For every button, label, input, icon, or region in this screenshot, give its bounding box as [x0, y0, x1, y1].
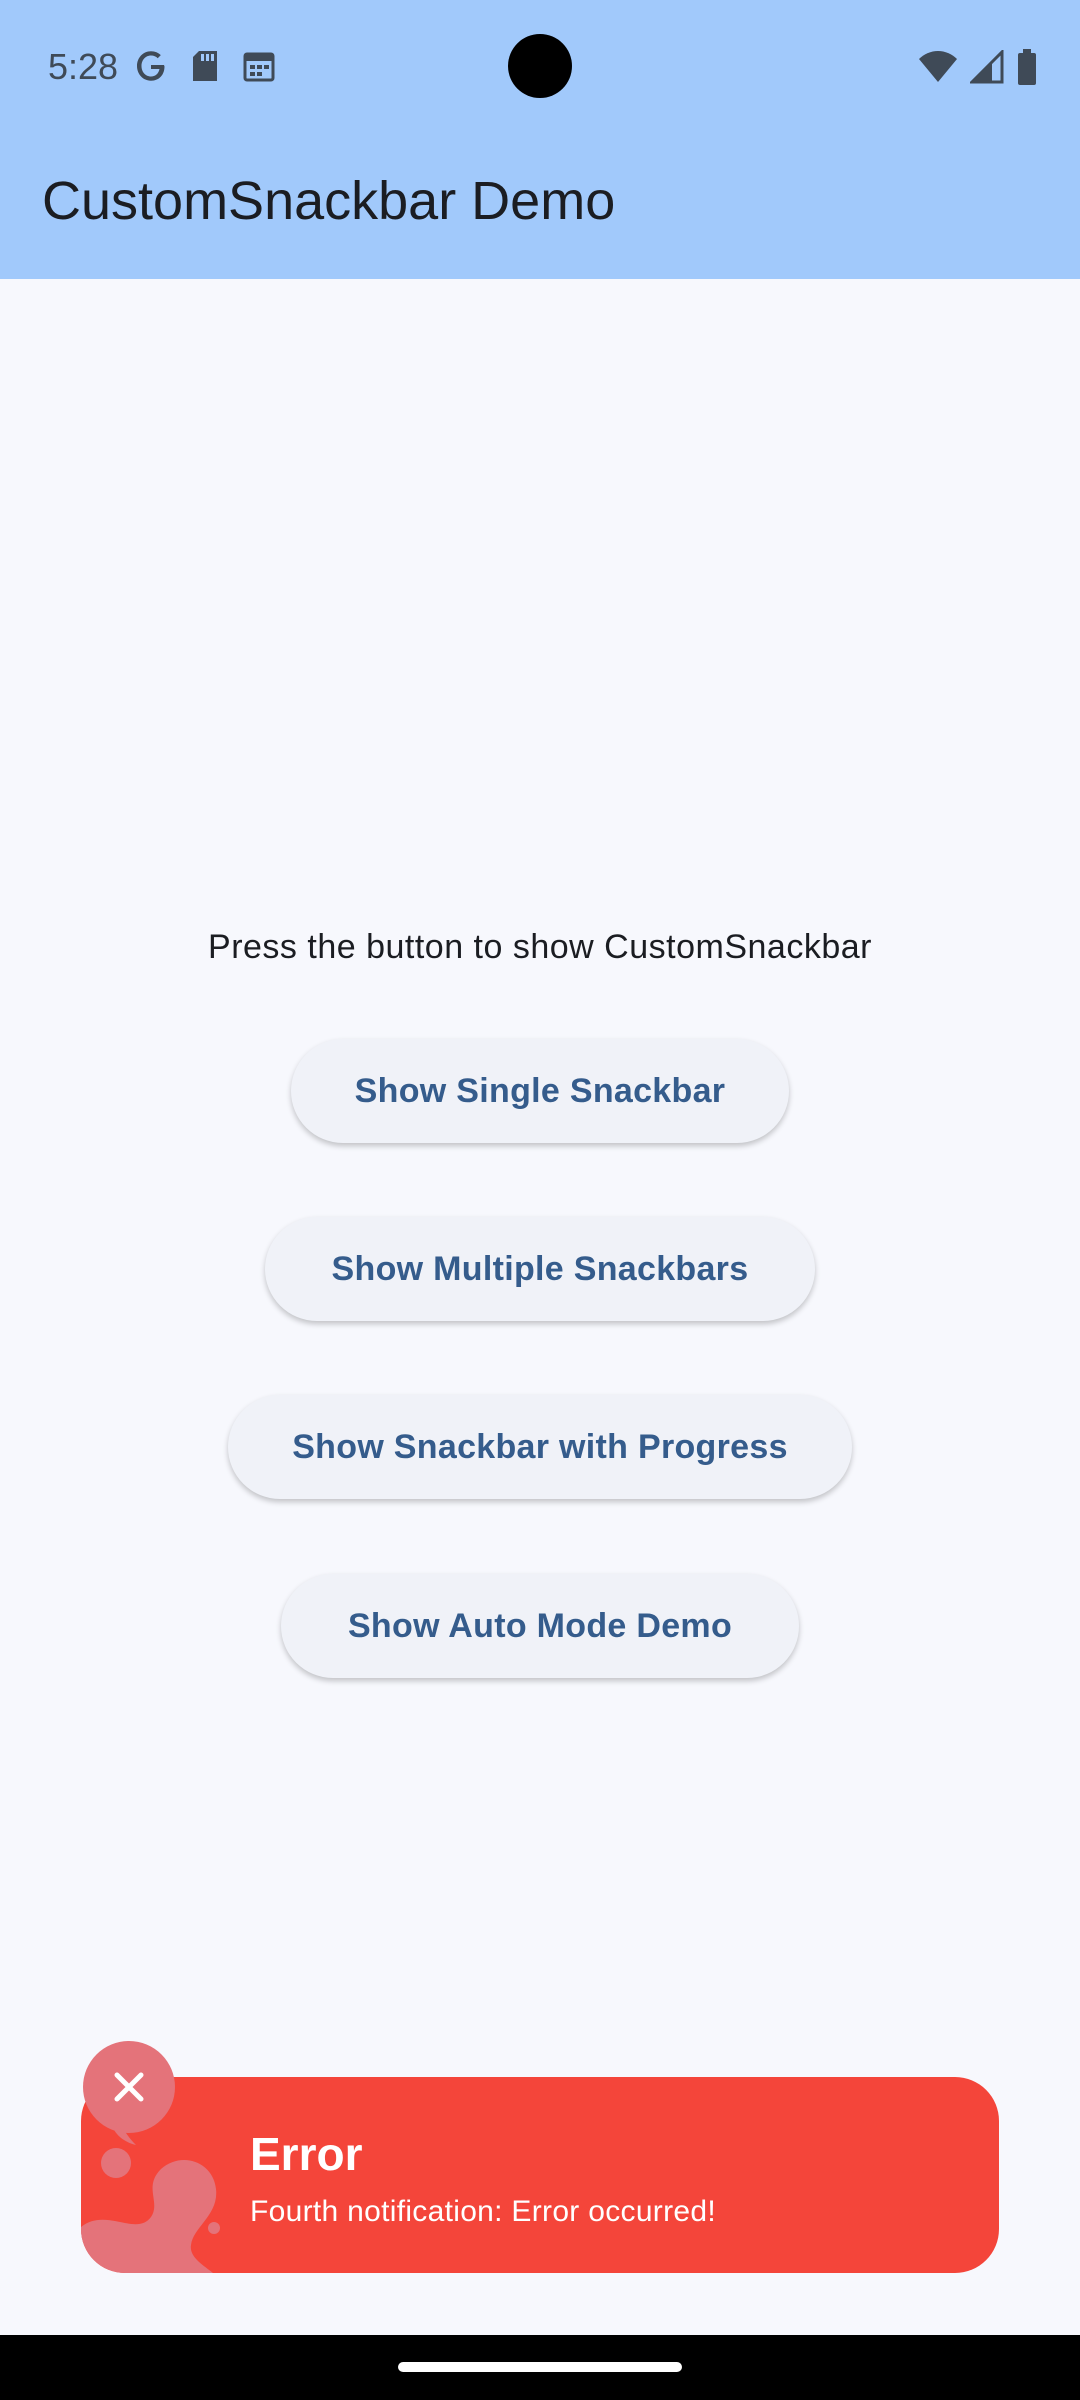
show-auto-mode-demo-button[interactable]: Show Auto Mode Demo — [281, 1574, 799, 1678]
show-snackbar-progress-button[interactable]: Show Snackbar with Progress — [228, 1395, 852, 1499]
close-icon — [114, 2072, 144, 2102]
calendar-icon — [243, 52, 275, 82]
snackbar-close-button[interactable] — [83, 2041, 175, 2133]
error-snackbar: Error Fourth notification: Error occurre… — [81, 2077, 999, 2273]
google-icon — [137, 51, 165, 81]
app-bar: CustomSnackbar Demo — [0, 134, 1080, 279]
camera-cutout — [508, 34, 572, 98]
sd-card-icon — [193, 51, 217, 81]
signal-icon — [970, 50, 1004, 84]
prompt-text: Press the button to show CustomSnackbar — [208, 928, 872, 966]
battery-icon — [1018, 49, 1036, 85]
status-time: 5:28 — [48, 46, 119, 87]
app-title: CustomSnackbar Demo — [42, 171, 616, 231]
status-icons-left — [134, 48, 276, 84]
status-icons-right — [918, 48, 1038, 86]
snackbar-message: Fourth notification: Error occurred! — [250, 2195, 716, 2228]
snackbar-title: Error — [250, 2128, 363, 2180]
status-bar: 5:28 — [0, 0, 1080, 134]
wifi-icon — [919, 51, 957, 82]
navigation-bar — [0, 2335, 1080, 2400]
show-multiple-snackbars-button[interactable]: Show Multiple Snackbars — [265, 1217, 815, 1321]
home-gesture-handle[interactable] — [398, 2362, 682, 2372]
show-single-snackbar-button[interactable]: Show Single Snackbar — [291, 1039, 789, 1143]
